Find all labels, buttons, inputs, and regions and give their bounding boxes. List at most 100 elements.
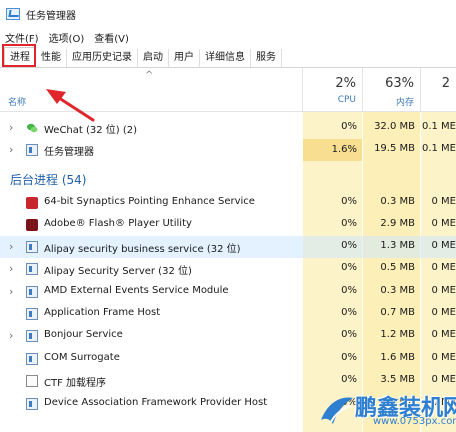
process-memory: 32.0 MB — [374, 121, 415, 132]
process-cpu: 0% — [341, 196, 357, 207]
menu-options[interactable]: 选项(O) — [44, 30, 90, 45]
process-disk: 0 ME — [431, 262, 456, 273]
service-icon — [26, 330, 38, 342]
tab-startup[interactable]: 启动 — [138, 49, 169, 67]
ctf-icon — [26, 375, 38, 387]
column-name[interactable]: 名称 — [8, 95, 26, 108]
column-memory[interactable]: 63% 内存 — [362, 68, 420, 112]
process-row-task-manager[interactable]: › 任务管理器 1.6% 19.5 MB 0.1 ME — [0, 139, 456, 161]
process-name: Adobe® Flash® Player Utility — [44, 218, 192, 229]
process-memory: 0.3 MB — [380, 285, 415, 296]
process-row[interactable]: 64-bit Synaptics Pointing Enhance Servic… — [0, 192, 456, 214]
process-memory: 19.5 MB — [374, 143, 415, 154]
menu-file[interactable]: 文件(F) — [0, 30, 44, 45]
menu-view[interactable]: 查看(V) — [89, 30, 134, 45]
process-memory: 1.3 MB — [380, 240, 415, 251]
process-cpu: 0% — [341, 218, 357, 229]
column-disk[interactable]: 2 — [420, 68, 456, 112]
service-icon — [26, 353, 38, 365]
wechat-icon — [27, 123, 38, 133]
process-disk: 0 ME — [431, 218, 456, 229]
process-row[interactable]: Adobe® Flash® Player Utility 0% 2.9 MB 0… — [0, 214, 456, 236]
process-name: COM Surrogate — [44, 352, 120, 363]
process-name: CTF 加载程序 — [44, 378, 107, 389]
tab-users[interactable]: 用户 — [169, 49, 200, 67]
expand-chevron-icon[interactable]: › — [9, 262, 13, 275]
service-icon — [26, 286, 38, 298]
process-row[interactable]: › Bonjour Service 0% 1.2 MB 0 ME — [0, 325, 456, 347]
tab-bar: 进程 性能 应用历史记录 启动 用户 详细信息 服务 — [0, 46, 456, 68]
process-cpu: 0% — [341, 329, 357, 340]
watermark-logo-icon — [321, 397, 353, 424]
process-disk: 0 ME — [431, 352, 456, 363]
process-memory: 3.5 MB — [380, 374, 415, 385]
title-bar: 任务管理器 — [0, 0, 456, 28]
process-row[interactable]: › Alipay Security Server (32 位) 0% 0.5 M… — [0, 258, 456, 280]
process-cpu: 0% — [341, 352, 357, 363]
process-memory: 1.6 MB — [380, 352, 415, 363]
process-disk: 0 ME — [431, 285, 456, 296]
watermark: 鹏鑫装机网 www.0753px.com — [315, 388, 456, 432]
process-memory: 0.3 MB — [380, 196, 415, 207]
process-disk: 0.1 ME — [421, 143, 456, 154]
process-row-wechat[interactable]: › WeChat (32 位) (2) 0% 32.0 MB 0.1 ME — [0, 117, 456, 139]
synaptics-icon — [26, 197, 38, 209]
process-row[interactable]: › AMD External Events Service Module 0% … — [0, 281, 456, 303]
tab-details[interactable]: 详细信息 — [200, 49, 251, 67]
process-name: AMD External Events Service Module — [44, 285, 229, 296]
process-disk: 0.1 ME — [421, 121, 456, 132]
watermark-url: www.0753px.com — [373, 416, 456, 427]
task-manager-icon — [26, 144, 38, 156]
background-processes-group[interactable]: 后台进程 (54) — [10, 171, 86, 188]
process-name: Application Frame Host — [44, 307, 161, 318]
process-disk: 0 ME — [431, 329, 456, 340]
process-cpu: 0% — [341, 121, 357, 132]
process-cpu: 0% — [341, 240, 357, 251]
window-title: 任务管理器 — [26, 10, 76, 22]
tab-app-history[interactable]: 应用历史记录 — [67, 49, 138, 67]
process-cpu: 1.6% — [303, 139, 362, 161]
process-name: Alipay security business service (32 位) — [44, 244, 241, 255]
process-row[interactable]: COM Surrogate 0% 1.6 MB 0 ME — [0, 348, 456, 370]
tab-performance[interactable]: 性能 — [36, 49, 67, 67]
process-memory: 2.9 MB — [380, 218, 415, 229]
sort-caret-icon[interactable]: ^ — [145, 70, 153, 81]
service-icon — [26, 241, 38, 253]
process-name: 64-bit Synaptics Pointing Enhance Servic… — [44, 196, 255, 207]
column-header: ^ 名称 2% CPU 63% 内存 2 — [0, 68, 456, 112]
memory-total-percent: 63% — [385, 76, 414, 91]
process-row-selected[interactable]: › Alipay security business service (32 位… — [0, 236, 456, 258]
service-icon — [26, 308, 38, 320]
process-cpu: 0% — [341, 374, 357, 385]
process-name: Alipay Security Server (32 位) — [44, 266, 192, 277]
process-name: Bonjour Service — [44, 329, 123, 340]
service-icon — [26, 263, 38, 275]
expand-chevron-icon[interactable]: › — [9, 329, 13, 342]
expand-chevron-icon[interactable]: › — [9, 240, 13, 253]
column-cpu[interactable]: 2% CPU — [302, 68, 362, 112]
service-icon — [26, 398, 38, 410]
expand-chevron-icon[interactable]: › — [9, 285, 13, 298]
tab-services[interactable]: 服务 — [251, 49, 282, 67]
process-name: 任务管理器 — [44, 147, 94, 158]
expand-chevron-icon[interactable]: › — [9, 143, 13, 156]
disk-total-percent: 2 — [441, 76, 450, 91]
expand-chevron-icon[interactable]: › — [9, 121, 13, 134]
task-manager-app-icon — [6, 8, 20, 20]
process-cpu: 0% — [341, 285, 357, 296]
menu-bar: 文件(F) 选项(O) 查看(V) — [0, 29, 134, 45]
memory-label: 内存 — [395, 98, 414, 108]
process-disk: 0 ME — [431, 374, 456, 385]
cpu-total-percent: 2% — [335, 76, 356, 91]
process-row[interactable]: Application Frame Host 0% 0.7 MB 0 ME — [0, 303, 456, 325]
process-cpu: 0% — [341, 262, 357, 273]
process-memory: 0.7 MB — [380, 307, 415, 318]
process-memory: 0.5 MB — [380, 262, 415, 273]
flash-icon — [26, 219, 38, 231]
highlight-box — [2, 44, 36, 67]
process-memory: 1.2 MB — [380, 329, 415, 340]
process-disk: 0 ME — [431, 196, 456, 207]
process-disk: 0 ME — [431, 307, 456, 318]
process-name: Device Association Framework Provider Ho… — [44, 397, 268, 408]
cpu-label: CPU — [337, 95, 356, 105]
